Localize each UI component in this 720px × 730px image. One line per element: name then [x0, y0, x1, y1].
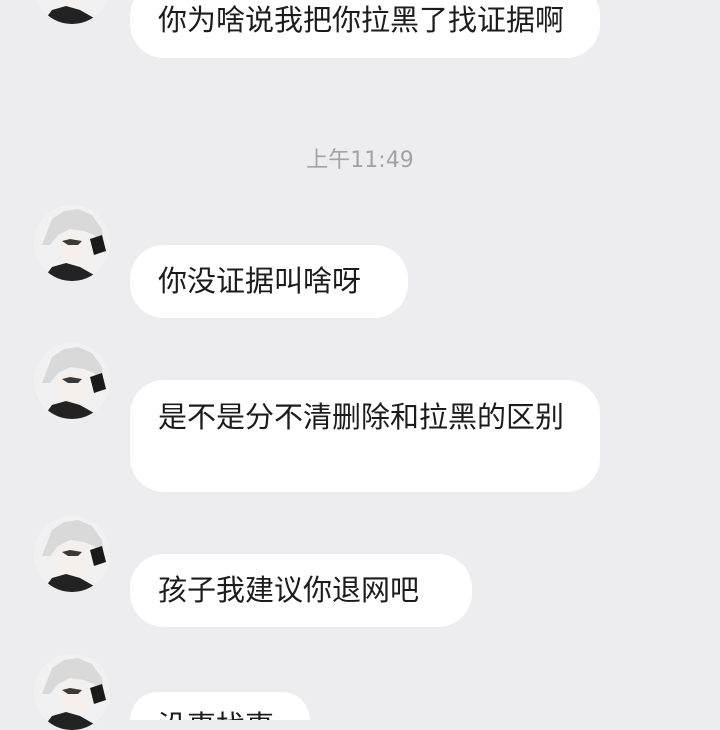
message-bubble[interactable]: 你为啥说我把你拉黑了找证据啊	[130, 0, 600, 58]
message-bubble[interactable]: 没事找事	[130, 692, 310, 720]
avatar[interactable]	[34, 0, 110, 24]
message-text: 你没证据叫啥呀	[158, 264, 362, 298]
message-text: 你为啥说我把你拉黑了找证据啊	[158, 3, 565, 37]
message-text: 没事找事	[158, 709, 274, 720]
avatar-image	[34, 0, 110, 24]
message-text: 是不是分不清删除和拉黑的区别	[158, 400, 565, 434]
avatar[interactable]	[34, 343, 110, 419]
message-text: 孩子我建议你退网吧	[158, 573, 420, 607]
avatar[interactable]	[34, 654, 110, 730]
message-timestamp: 上午11:49	[306, 148, 414, 173]
chat-thread[interactable]: 你为啥说我把你拉黑了找证据啊 上午11:49 你没证据叫啥呀 是不是分不清删除和…	[0, 0, 720, 730]
avatar-image	[34, 343, 110, 419]
message-bubble[interactable]: 你没证据叫啥呀	[130, 245, 408, 318]
avatar-image	[34, 205, 110, 281]
avatar[interactable]	[34, 516, 110, 592]
avatar[interactable]	[34, 205, 110, 281]
message-bubble[interactable]: 是不是分不清删除和拉黑的区别	[130, 380, 600, 492]
avatar-image	[34, 516, 110, 592]
avatar-image	[34, 654, 110, 730]
message-bubble[interactable]: 孩子我建议你退网吧	[130, 554, 472, 627]
